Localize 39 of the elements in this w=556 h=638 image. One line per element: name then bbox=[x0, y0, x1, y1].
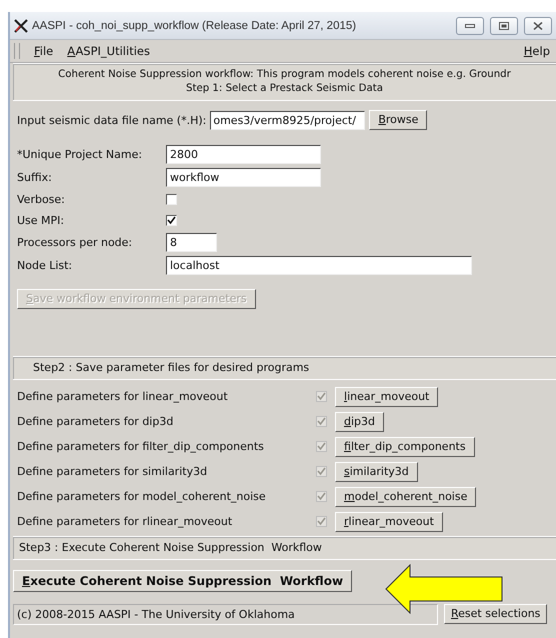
copyright-text: (c) 2008-2015 AASPI - The University of Oklahoma bbox=[13, 604, 438, 624]
field-label: Use MPI: bbox=[17, 214, 66, 227]
field-label: Suffix: bbox=[17, 171, 53, 184]
field-label: Node List: bbox=[17, 259, 74, 272]
close-icon bbox=[533, 22, 543, 30]
maximize-button[interactable] bbox=[490, 16, 518, 34]
input-field[interactable]: omes3/verm8925/project/ bbox=[210, 110, 366, 130]
input-field[interactable]: localhost bbox=[166, 256, 472, 275]
field-label: Input seismic data file name (*.H): bbox=[17, 114, 206, 126]
section-title: Step2 : Save parameter files for desired programs bbox=[33, 361, 310, 375]
program-label: Define parameters for dip3d bbox=[17, 415, 174, 428]
execute-button[interactable]: Execute Coherent Noise Suppression Workflow bbox=[13, 570, 352, 592]
checkbox[interactable] bbox=[166, 194, 177, 205]
program-label: Define parameters for filter_dip_components bbox=[17, 440, 265, 453]
close-button[interactable] bbox=[524, 16, 552, 34]
program-label: Define parameters for rlinear_moveout bbox=[17, 515, 234, 528]
program-label: Define parameters for similarity3d bbox=[17, 465, 208, 478]
maximize-icon bbox=[499, 22, 509, 30]
menu-item[interactable]: File bbox=[34, 44, 54, 58]
header-text: Coherent Noise Suppression workflow: This program models coherent noise e.g. Groundr bbox=[57, 68, 512, 82]
header-text: Step 1: Select a Prestack Seismic Data bbox=[184, 82, 384, 96]
menu-item[interactable]: Help bbox=[524, 44, 550, 58]
reset-button[interactable]: Reset selections bbox=[444, 604, 548, 624]
window-title: AASPI - coh_noi_supp_workflow (Release Date: April 27, 2015) bbox=[32, 20, 358, 32]
field-label: Processors per node: bbox=[17, 236, 134, 249]
section-title: Step3 : Execute Coherent Noise Suppression Workflow bbox=[19, 541, 323, 555]
field-label: *Unique Project Name: bbox=[17, 148, 144, 161]
program-label: Define parameters for linear_moveout bbox=[17, 390, 229, 403]
minimize-button[interactable] bbox=[456, 16, 484, 34]
input-field[interactable]: 8 bbox=[166, 233, 217, 252]
checkbox[interactable] bbox=[166, 215, 177, 226]
app-logo-icon bbox=[14, 18, 28, 32]
program-label: Define parameters for model_coherent_noise bbox=[17, 490, 267, 503]
browse-button[interactable]: Browse bbox=[369, 110, 428, 130]
menu-item[interactable]: AASPI_Utilities bbox=[67, 44, 150, 58]
input-field[interactable]: workflow bbox=[166, 168, 321, 187]
field-label: Verbose: bbox=[17, 193, 66, 206]
input-field[interactable]: 2800 bbox=[166, 145, 321, 164]
minimize-icon bbox=[465, 22, 475, 28]
